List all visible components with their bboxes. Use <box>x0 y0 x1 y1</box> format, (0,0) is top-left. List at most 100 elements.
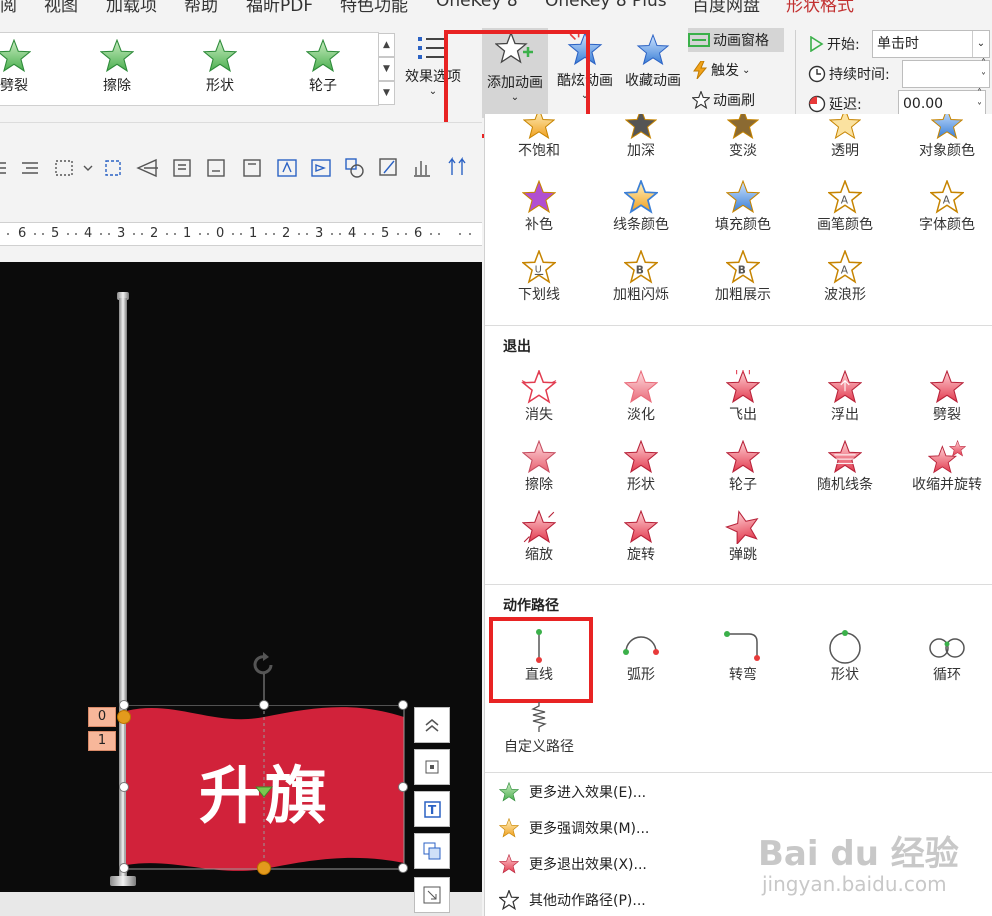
menu-special[interactable]: 特色功能 <box>340 0 408 14</box>
resize-handle[interactable] <box>119 700 129 710</box>
effect-font-color[interactable]: A 字体颜色 <box>897 180 992 234</box>
more-entrance-effects[interactable]: 更多进入效果(E)... <box>499 782 646 802</box>
exit-fly-out[interactable]: 飞出 <box>693 370 793 424</box>
effect-label: 画笔颜色 <box>817 217 873 233</box>
gallery-expand[interactable]: ▼ <box>378 81 395 105</box>
menu-view[interactable]: 视图 <box>44 0 78 14</box>
effect-wave[interactable]: A 波浪形 <box>795 250 895 304</box>
red-star-icon <box>624 440 658 473</box>
duration-input[interactable]: ˄ ˅ <box>902 58 990 88</box>
exit-shape[interactable]: 形状 <box>591 440 691 494</box>
trigger-button[interactable]: 触发 ⌄ <box>692 60 750 80</box>
animation-tag-1[interactable]: 1 <box>88 731 116 751</box>
effect-label: 劈裂 <box>933 407 961 423</box>
gallery-scroll-down[interactable]: ▼ <box>378 57 395 81</box>
more-motion-paths[interactable]: 其他动作路径(P)... <box>499 890 646 910</box>
more-exit-effects[interactable]: 更多退出效果(X)... <box>499 854 647 874</box>
exit-split[interactable]: 劈裂 <box>897 370 992 424</box>
menu-baidu-netdisk[interactable]: 百度网盘 <box>692 0 760 14</box>
resize-handle[interactable] <box>398 782 408 792</box>
animation-tag-0[interactable]: 0 <box>88 707 116 727</box>
exit-disappear[interactable]: 消失 <box>489 370 589 424</box>
gallery-wipe[interactable]: 擦除 <box>77 39 157 95</box>
resize-handle[interactable] <box>119 782 129 792</box>
highlight-line-path <box>489 617 593 703</box>
crop-button[interactable] <box>414 877 450 913</box>
effect-label: 随机线条 <box>817 477 873 493</box>
effect-darken[interactable]: 加深 <box>591 114 691 160</box>
exit-zoom[interactable]: 缩放 <box>489 510 589 564</box>
exit-float-out[interactable]: 浮出 <box>795 370 895 424</box>
adjust-handle[interactable] <box>117 710 131 724</box>
resize-handle[interactable] <box>398 700 408 710</box>
favorite-animation-button[interactable]: 收藏动画 <box>620 34 686 90</box>
separator <box>485 584 992 585</box>
exit-bounce[interactable]: 弹跳 <box>693 510 793 564</box>
path-arc[interactable]: 弧形 <box>591 628 691 684</box>
start-label: 开始: <box>827 37 860 53</box>
rotate-handle-icon[interactable] <box>249 650 279 700</box>
menu-foxit-pdf[interactable]: 福昕PDF <box>246 0 313 14</box>
gallery-scroll-up[interactable]: ▲ <box>378 33 395 57</box>
separator <box>485 772 992 773</box>
path-shape[interactable]: 形状 <box>795 628 895 684</box>
menu-onekey8[interactable]: OneKey 8 <box>436 0 518 11</box>
gallery-shape[interactable]: 形状 <box>180 39 260 95</box>
effect-label: 线条颜色 <box>613 217 669 233</box>
menu-review[interactable]: 阅 <box>0 0 17 14</box>
text-box-button[interactable]: T <box>414 791 450 827</box>
effect-label: 飞出 <box>729 407 757 423</box>
arrange-button[interactable] <box>414 833 450 869</box>
exit-wheel[interactable]: 轮子 <box>693 440 793 494</box>
effect-line-color[interactable]: 线条颜色 <box>591 180 691 234</box>
align-button[interactable] <box>414 749 450 785</box>
resize-handle[interactable] <box>398 863 408 873</box>
path-turn[interactable]: 转弯 <box>693 628 793 684</box>
effect-label: 旋转 <box>627 547 655 563</box>
exit-spin[interactable]: 旋转 <box>591 510 691 564</box>
animation-pane-button[interactable]: 动画窗格 <box>688 28 784 52</box>
exit-random-bars[interactable]: 随机线条 <box>795 440 895 494</box>
effect-complementary[interactable]: 补色 <box>489 180 589 234</box>
effect-object-color[interactable]: 对象颜色 <box>897 114 992 160</box>
gallery-split[interactable]: 劈裂 <box>0 39 54 95</box>
tilted-red-star-icon <box>725 510 761 544</box>
effect-label: 透明 <box>831 143 859 159</box>
horizontal-ruler[interactable]: 6 5 4 3 2 1 0 1 2 3 4 5 6 <box>0 222 482 246</box>
red-star-icon <box>726 370 760 403</box>
path-loop[interactable]: 循环 <box>897 628 992 684</box>
resize-handle[interactable] <box>119 863 129 873</box>
effect-lighten[interactable]: 变淡 <box>693 114 793 160</box>
menu-addins[interactable]: 加载项 <box>106 0 157 14</box>
effect-underline[interactable]: U 下划线 <box>489 250 589 304</box>
animation-painter-button[interactable]: 动画刷 <box>692 90 755 110</box>
menu-onekey8-plus[interactable]: OneKey 8 Plus <box>545 0 667 11</box>
path-custom[interactable]: 自定义路径 <box>489 700 589 756</box>
exit-wipe[interactable]: 擦除 <box>489 440 589 494</box>
menu-shape-format[interactable]: 形状格式 <box>786 0 854 14</box>
layout-up-button[interactable] <box>414 707 450 743</box>
exit-shrink-turn[interactable]: 收缩并旋转 <box>897 440 992 494</box>
resize-handle[interactable] <box>259 700 269 710</box>
double-red-star-icon <box>928 440 966 473</box>
separator <box>485 325 992 326</box>
more-emphasis-effects[interactable]: 更多强调效果(M)... <box>499 818 649 838</box>
start-select[interactable]: 单击时 ⌄ <box>872 30 990 58</box>
adjust-handle[interactable] <box>257 861 271 875</box>
gallery-shape-label: 形状 <box>206 78 234 94</box>
duration-row: 持续时间: <box>808 64 890 84</box>
animation-pane-label: 动画窗格 <box>713 33 769 49</box>
exit-fade[interactable]: 淡化 <box>591 370 691 424</box>
effect-bold-flash[interactable]: B 加粗闪烁 <box>591 250 691 304</box>
gallery-wheel[interactable]: 轮子 <box>283 39 363 95</box>
effect-brush-color[interactable]: A 画笔颜色 <box>795 180 895 234</box>
shape-toolbar <box>0 122 482 193</box>
svg-text:U: U <box>535 264 542 275</box>
menu-help[interactable]: 帮助 <box>184 0 218 14</box>
effect-bold-reveal[interactable]: B 加粗展示 <box>693 250 793 304</box>
effect-fill-color[interactable]: 填充颜色 <box>693 180 793 234</box>
effect-label: 弧形 <box>627 667 655 683</box>
green-star-icon <box>0 39 31 72</box>
effect-transparency[interactable]: 透明 <box>795 114 895 160</box>
effect-desaturate[interactable]: 不饱和 <box>489 114 589 160</box>
